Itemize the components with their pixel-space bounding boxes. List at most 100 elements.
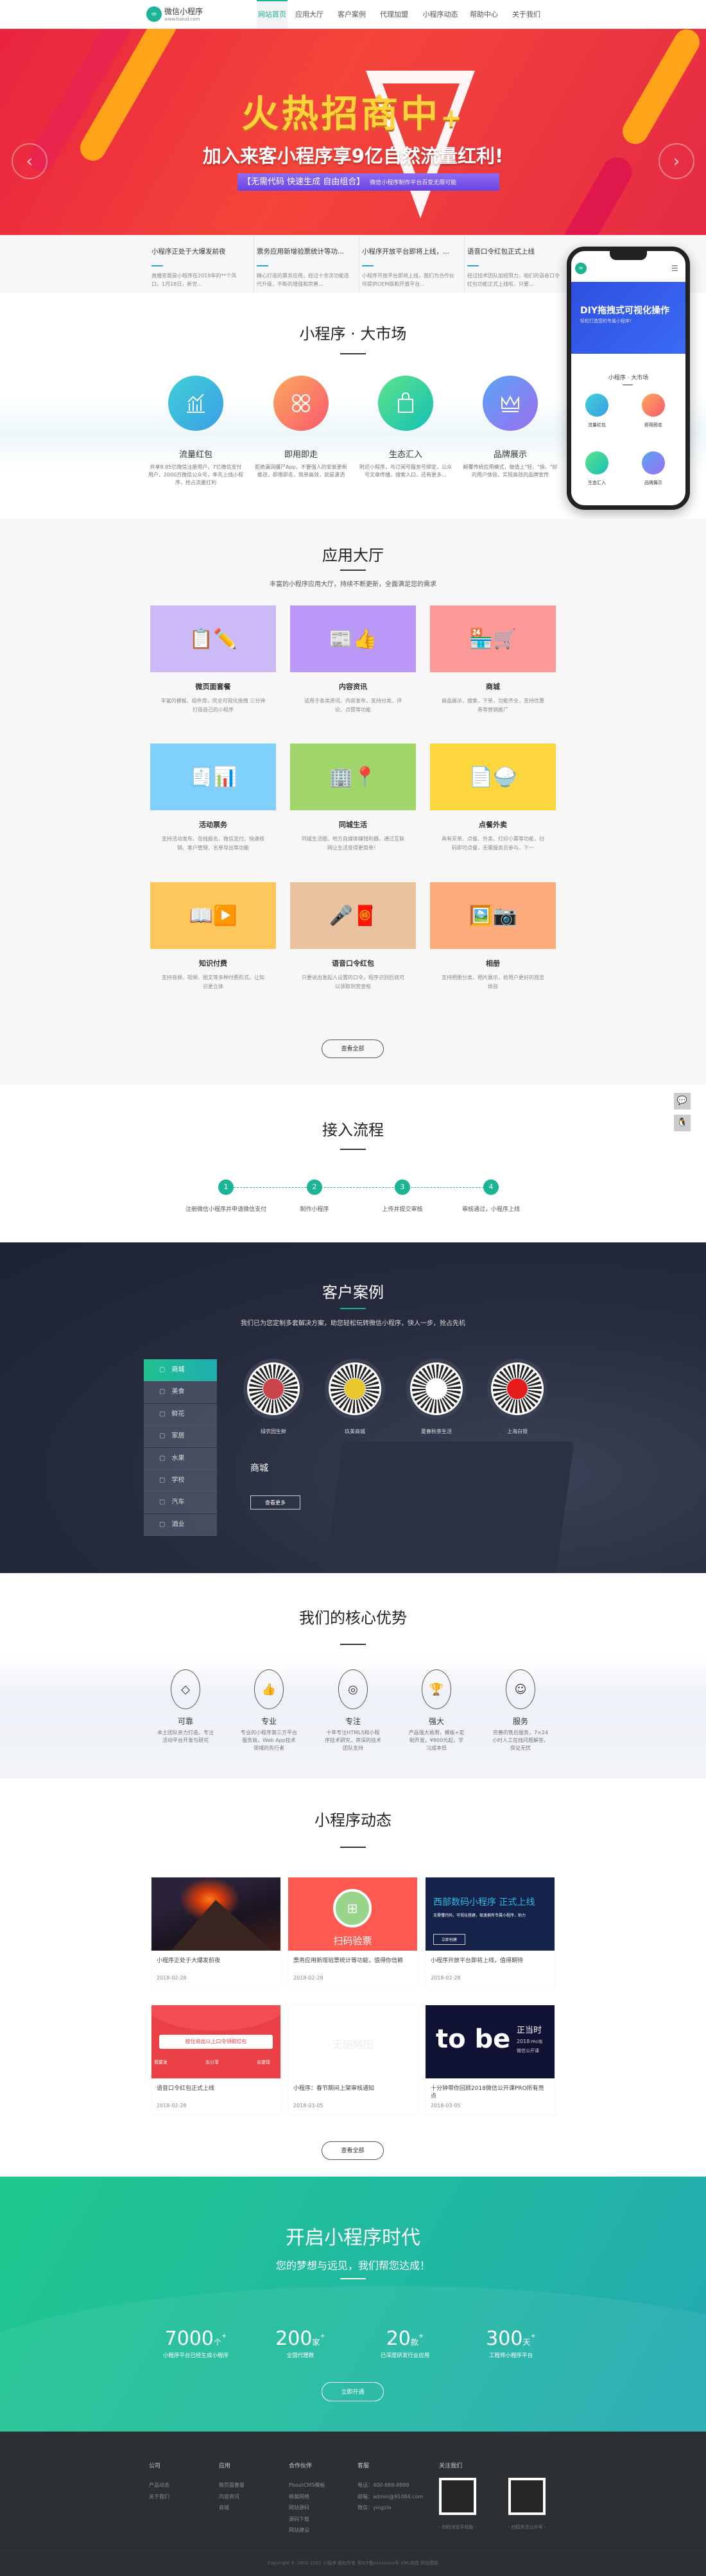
news-card[interactable]: 西部数码小程序 正式上线 无需懂代码，可视化搭建，极速拥有专属小程序，助力 立即创建… bbox=[426, 1877, 555, 1987]
app-card-image[interactable]: 🎤🧧 bbox=[290, 882, 416, 949]
footer-link[interactable]: 微页面套餐 bbox=[219, 2482, 245, 2489]
news-thumbnail[interactable]: 无缩略图 bbox=[288, 2005, 417, 2078]
footer-link[interactable]: 内容资讯 bbox=[219, 2493, 239, 2500]
chevron-right-icon[interactable]: › bbox=[659, 143, 694, 179]
footer-link[interactable]: 源码下载 bbox=[289, 2516, 309, 2523]
market-label: 品牌展示 bbox=[493, 450, 527, 460]
footer-link[interactable]: 电话：400-888-8888 bbox=[357, 2482, 409, 2489]
news-thumbnail[interactable]: 按住说出以上口令领取红包 我要发 去分享 去提现 bbox=[151, 2005, 280, 2078]
case-category-7[interactable]: ▢ 酒业 bbox=[144, 1513, 217, 1536]
news-title[interactable]: 小程序开放平台即将上线，值得期待 bbox=[426, 1951, 555, 1972]
crown-icon bbox=[483, 376, 538, 431]
case-qr-code[interactable] bbox=[406, 1359, 467, 1419]
title-divider bbox=[340, 1644, 366, 1645]
footer-link[interactable]: 商城 bbox=[219, 2504, 229, 2511]
wechat-icon[interactable]: 💬 bbox=[674, 1093, 691, 1110]
view-more-cases-button[interactable]: 查看更多 bbox=[250, 1495, 300, 1510]
app-card-image[interactable]: 📖▶️ bbox=[150, 882, 276, 949]
news-title[interactable]: 语音口令红包正式上线 bbox=[151, 2078, 280, 2100]
advantage-title: 强大 bbox=[428, 1717, 444, 1726]
case-category-5[interactable]: ▢ 学校 bbox=[144, 1470, 217, 1492]
case-qr-code[interactable] bbox=[243, 1359, 304, 1419]
nav-cases[interactable]: 客户案例 bbox=[336, 0, 367, 29]
infinity-logo-icon[interactable]: ∞ bbox=[146, 6, 162, 22]
app-card-title[interactable]: 活动票务 bbox=[150, 819, 276, 830]
footer-link[interactable]: 网站源码 bbox=[289, 2504, 309, 2511]
nav-help[interactable]: 帮助中心 bbox=[469, 0, 499, 29]
open-now-button[interactable]: 立即开通 bbox=[322, 2382, 384, 2401]
footer-link[interactable]: PbootCMS模板 bbox=[289, 2482, 325, 2489]
app-card-image[interactable]: 🖼️📷 bbox=[430, 882, 556, 949]
nav-home[interactable]: 网站首页 bbox=[257, 0, 288, 29]
news-thumbnail[interactable]: 西部数码小程序 正式上线 无需懂代码，可视化搭建，极速拥有专属小程序，助力 立即创建 bbox=[426, 1877, 555, 1951]
news-title[interactable]: 票务应用新增验票统计等功能，值得你信赖 bbox=[288, 1951, 417, 1972]
news-card[interactable]: ⊞ 扫码验票 票务应用新增验票统计等功能，值得你信赖 2018-02-28 bbox=[288, 1877, 417, 1987]
case-category-4[interactable]: ▢ 水果 bbox=[144, 1447, 217, 1470]
footer-link[interactable]: 关于我们 bbox=[149, 2493, 169, 2500]
news-title[interactable]: 小程序正处于大爆发前夜 bbox=[151, 1951, 280, 1972]
news-title[interactable]: 十分钟带你回顾2018微信公开课PRO所有亮点 bbox=[426, 2078, 555, 2100]
thumb-sub: 无需懂代码，可视化搭建，极速拥有专属小程序，助力 bbox=[433, 1913, 526, 1918]
hero-banner[interactable]: 火热招商中+ 加入来客小程序享9亿自然流量红利! 【无需代码 快速生成 自由组合… bbox=[0, 29, 706, 235]
case-category-3[interactable]: ▢ 家居 bbox=[144, 1425, 217, 1448]
app-card-desc: 丰富的模板、组件库，完全可视化拖拽 三分钟打造自己的小程序 bbox=[160, 698, 266, 713]
step-number: 3 bbox=[395, 1179, 410, 1195]
ticket-chart-icon: 🧾📊 bbox=[189, 765, 237, 788]
strip-title: 小程序正处于大爆发前夜 bbox=[151, 248, 226, 256]
footer-link[interactable]: 网站建设 bbox=[289, 2527, 309, 2534]
app-card-image[interactable]: 📰👍 bbox=[290, 605, 416, 672]
strip-item[interactable]: 小程序开放平台即将上线，... 小程序开放平台即将上线，我们为合作伙伴提供OEM版… bbox=[359, 235, 465, 293]
nav-agent[interactable]: 代理加盟 bbox=[379, 0, 409, 29]
hall-subtitle: 丰富的小程序应用大厅，持续不断更新，全面满足您的需求 bbox=[270, 581, 436, 588]
news-card[interactable]: 无缩略图 小程序：春节期间上架审核通知 2018-03-05 bbox=[288, 2005, 417, 2115]
news-thumbnail[interactable]: ⊞ 扫码验票 bbox=[288, 1877, 417, 1951]
app-card-image[interactable]: 📄🍚 bbox=[430, 744, 556, 810]
strip-item[interactable]: 小程序正处于大爆发前夜 直播答题是小程序在2018年的**个风口。1月18日，新世… bbox=[149, 235, 254, 293]
view-all-apps-button[interactable]: 查看全部 bbox=[322, 1040, 384, 1058]
app-card-title[interactable]: 点餐外卖 bbox=[430, 819, 556, 830]
news-card[interactable]: to be 正当时 2018 PRO版 微信公开课 十分钟带你回顾2018微信公开课PRO… bbox=[426, 2005, 555, 2115]
app-card-image[interactable]: 🏢📍 bbox=[290, 744, 416, 810]
case-qr-code[interactable] bbox=[487, 1359, 547, 1419]
footer-link[interactable]: 格展网络 bbox=[289, 2493, 309, 2500]
strip-item[interactable]: 票务应用新增验票统计等功... 精心打造的票务应用，经过十余次功能迭代升级，不断的… bbox=[254, 235, 359, 293]
footer-link[interactable]: 微信：yingzia bbox=[357, 2504, 391, 2511]
news-title: 小程序动态 bbox=[314, 1811, 392, 1829]
newspaper-thumbs-up-icon: 📰👍 bbox=[329, 627, 377, 650]
strip-item[interactable]: 语音口令红包正式上线 经过技术团队加班努力，咱们的语音口令红包功能正式上线啦，只要… bbox=[465, 235, 570, 293]
qr-caption: - 扫码关注公众号 - bbox=[508, 2525, 546, 2530]
news-thumbnail[interactable] bbox=[151, 1877, 280, 1951]
stat-value: 200 bbox=[275, 2328, 313, 2350]
banner-subtitle: 加入来客小程序享9亿自然流量红利! bbox=[202, 145, 504, 167]
chevron-left-icon[interactable]: ‹ bbox=[12, 143, 47, 179]
app-card-title[interactable]: 微页面套餐 bbox=[150, 681, 276, 692]
case-category-6[interactable]: ▢ 汽车 bbox=[144, 1492, 217, 1514]
nav-about[interactable]: 关于我们 bbox=[511, 0, 542, 29]
stat-number: 200家+ bbox=[246, 2328, 355, 2350]
menu-icon: ☰ bbox=[671, 264, 678, 273]
advantage-desc: 产品强大易用，模板+定制开发，¥800元起，学习成本低 bbox=[408, 1730, 465, 1751]
news-thumbnail[interactable]: to be 正当时 2018 PRO版 微信公开课 bbox=[426, 2005, 555, 2078]
nav-news[interactable]: 小程序动态 bbox=[421, 0, 460, 29]
case-category-1[interactable]: ▢ 美食 bbox=[144, 1381, 217, 1404]
app-card-title[interactable]: 语音口令红包 bbox=[290, 958, 416, 968]
app-card-title[interactable]: 商城 bbox=[430, 681, 556, 692]
app-card-image[interactable]: 📋✏️ bbox=[150, 605, 276, 672]
case-category-0[interactable]: ▢ 商城 bbox=[144, 1359, 217, 1381]
footer-link[interactable]: 产品动态 bbox=[149, 2482, 169, 2489]
view-all-news-button[interactable]: 查看全部 bbox=[322, 2141, 384, 2160]
app-card-title[interactable]: 同城生活 bbox=[290, 819, 416, 830]
footer-link[interactable]: 邮箱：admin@91084.com bbox=[357, 2493, 423, 2500]
news-title[interactable]: 小程序：春节期间上架审核通知 bbox=[288, 2078, 417, 2100]
news-card[interactable]: 按住说出以上口令领取红包 我要发 去分享 去提现 语音口令红包正式上线 2018-02-2… bbox=[151, 2005, 280, 2115]
app-card-title[interactable]: 相册 bbox=[430, 958, 556, 968]
app-card-image[interactable]: 🏪🛒 bbox=[430, 605, 556, 672]
nav-apps[interactable]: 应用大厅 bbox=[294, 0, 325, 29]
app-card-title[interactable]: 内容资讯 bbox=[290, 681, 416, 692]
logo-title[interactable]: 微信小程序 bbox=[164, 6, 203, 17]
app-card-title[interactable]: 知识付费 bbox=[150, 958, 276, 968]
case-category-2[interactable]: ▢ 鲜花 bbox=[144, 1403, 217, 1425]
app-card-image[interactable]: 🧾📊 bbox=[150, 744, 276, 810]
news-card[interactable]: 小程序正处于大爆发前夜 2018-02-28 bbox=[151, 1877, 280, 1987]
case-qr-code[interactable] bbox=[325, 1359, 385, 1419]
